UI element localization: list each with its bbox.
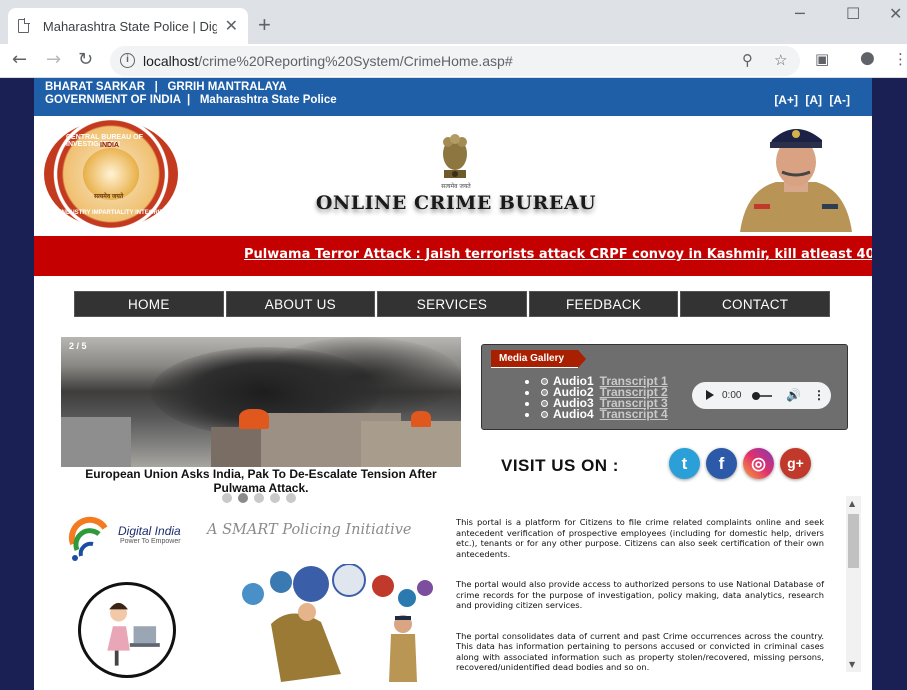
building-shape (361, 421, 461, 467)
extension-icon[interactable]: ▣ (815, 50, 829, 68)
national-emblem-icon (443, 134, 467, 178)
audio-item: Audio4 Transcript 4 (525, 407, 668, 421)
forward-icon[interactable]: → (46, 49, 61, 70)
woman-icon (107, 602, 160, 666)
slide-caption[interactable]: European Union Asks India, Pak To De-Esc… (61, 467, 461, 495)
new-tab-button[interactable]: + (258, 12, 271, 38)
site-title: ONLINE CRIME BUREAU (315, 192, 597, 214)
digital-india-logo-icon (68, 516, 108, 561)
browser-toolbar: ← → ↻ i localhost/crime%20Reporting%20Sy… (0, 44, 907, 78)
player-menu-icon[interactable]: ⋮ (813, 388, 825, 402)
radio-icon[interactable] (541, 411, 548, 419)
header-banner: CENTRAL BUREAU OF INVESTIGATION INDIA सत… (34, 116, 872, 234)
government-header-bar: BHARAT SARKAR | GRRIH MANTRALAYA GOVERNM… (34, 78, 872, 116)
zoom-icon[interactable]: ⚲ (742, 51, 753, 69)
bookmark-star-icon[interactable]: ☆ (774, 51, 787, 69)
smoke-shape (261, 337, 461, 417)
audio-label[interactable]: Audio4 (553, 407, 594, 421)
slider-dot[interactable] (254, 493, 264, 503)
url-text[interactable]: localhost/crime%20Reporting%20System/Cri… (143, 53, 513, 69)
slider-dot[interactable] (286, 493, 296, 503)
gov-line-1: BHARAT SARKAR | GRRIH MANTRALAYA (45, 81, 287, 93)
site-container: BHARAT SARKAR | GRRIH MANTRALAYA GOVERNM… (34, 78, 872, 690)
policing-illustration (242, 564, 433, 682)
building-shape (61, 417, 131, 467)
scrollbar-thumb[interactable] (848, 514, 859, 568)
slider-dot-active[interactable] (238, 493, 248, 503)
maximize-icon[interactable]: ☐ (846, 4, 860, 23)
twitter-icon[interactable]: t (669, 448, 700, 479)
nav-feedback[interactable]: FEEDBACK (528, 291, 679, 317)
nav-home[interactable]: HOME (74, 291, 224, 317)
radio-icon[interactable] (541, 378, 548, 386)
font-decrease-button[interactable]: [A-] (829, 93, 850, 107)
play-icon[interactable] (706, 390, 714, 400)
seal-top-text: CENTRAL BUREAU OF INVESTIGATION (66, 134, 143, 148)
profile-icon[interactable]: ● (860, 48, 875, 68)
seek-handle[interactable] (752, 392, 760, 400)
menu-dots-icon[interactable]: ⋮ (893, 50, 907, 68)
police-officer-photo (732, 120, 860, 232)
fire-shape (239, 409, 269, 429)
news-ticker: Pulwama Terror Attack : Jaish terrorists… (34, 234, 872, 276)
about-paragraph: This portal is a platform for Citizens t… (456, 517, 824, 559)
smart-policing-headline: A SMART Policing Initiative (207, 522, 412, 538)
slide-counter: 2 / 5 (69, 341, 87, 351)
transcript-link[interactable]: Transcript 4 (600, 407, 668, 421)
media-gallery-heading: Media Gallery (491, 350, 587, 368)
about-paragraph: The portal would also provide access to … (456, 579, 824, 610)
browser-tab[interactable]: Maharashtra State Police | Digital ✕ (8, 8, 248, 44)
cbi-seal-logo: CENTRAL BUREAU OF INVESTIGATION INDIA सत… (44, 120, 178, 228)
about-scrollbar[interactable]: ▲ ▼ (846, 496, 861, 672)
document-icon (18, 18, 30, 33)
news-slider-image[interactable]: 2 / 5 (61, 337, 461, 467)
nav-contact[interactable]: CONTACT (680, 291, 830, 317)
player-time: 0:00 (722, 390, 742, 401)
font-increase-button[interactable]: [A+] (774, 93, 798, 107)
audio-player: 0:00 🔊 ⋮ (692, 382, 831, 409)
facebook-icon[interactable]: f (706, 448, 737, 479)
about-portal-text: This portal is a platform for Citizens t… (456, 517, 824, 690)
gov-line-2: GOVERNMENT OF INDIA | Maharashtra State … (45, 94, 337, 106)
seal-motto-text: सत्यमेव जयते (94, 194, 124, 200)
audio-list: Audio1 Transcript 1 Audio2 Transcript 2 Au… (525, 375, 668, 421)
browser-tabstrip: Maharashtra State Police | Digital ✕ + ─… (0, 0, 907, 44)
ticker-link[interactable]: Pulwama Terror Attack : Jaish terrorists… (244, 247, 872, 262)
close-tab-icon[interactable]: ✕ (225, 16, 238, 36)
nav-services[interactable]: SERVICES (377, 291, 527, 317)
visit-us-heading: VISIT US ON : (501, 456, 619, 475)
seal-bottom-text: INDUSTRY IMPARTIALITY INTEGRITY (60, 210, 168, 216)
back-icon[interactable]: ← (12, 49, 27, 70)
seal-india-text: INDIA (100, 142, 120, 149)
media-gallery-panel: Media Gallery Audio1 Transcript 1 Audio2 T… (481, 344, 848, 430)
font-size-controls: [A+] [A] [A-] (770, 93, 850, 107)
info-icon[interactable]: i (120, 53, 135, 68)
tab-title: Maharashtra State Police | Digital (42, 18, 217, 34)
scroll-up-icon[interactable]: ▲ (849, 499, 855, 508)
instagram-icon[interactable]: ◎ (743, 448, 774, 479)
slider-pagination (222, 493, 296, 503)
nav-about-us[interactable]: ABOUT US (225, 291, 376, 317)
fire-shape (411, 411, 431, 427)
minimize-icon[interactable]: ─ (795, 4, 805, 23)
about-paragraph: The portal consolidates data of current … (456, 630, 824, 673)
radio-icon[interactable] (541, 400, 548, 408)
close-window-icon[interactable]: ✕ (889, 4, 902, 23)
page-viewport: BHARAT SARKAR | GRRIH MANTRALAYA GOVERNM… (0, 78, 907, 690)
smart-policing-banner: Digital India Power To Empower A SMART P… (61, 510, 461, 690)
emblem-caption: सत्यमेव जयते (441, 183, 471, 190)
slider-dot[interactable] (270, 493, 280, 503)
digital-india-brand: Digital India (118, 524, 181, 538)
digital-india-tagline: Power To Empower (120, 538, 181, 545)
main-navigation: HOME ABOUT US SERVICES FEEDBACK CONTACT (74, 291, 830, 317)
google-plus-icon[interactable]: g+ (780, 448, 811, 479)
radio-icon[interactable] (541, 389, 548, 397)
scroll-down-icon[interactable]: ▼ (849, 660, 855, 669)
font-normal-button[interactable]: [A] (805, 93, 822, 107)
woman-at-computer-illustration (78, 582, 176, 678)
address-bar[interactable]: i localhost/crime%20Reporting%20System/C… (110, 46, 800, 76)
volume-icon[interactable]: 🔊 (786, 388, 801, 402)
slider-dot[interactable] (222, 493, 232, 503)
reload-icon[interactable]: ↻ (78, 49, 93, 70)
